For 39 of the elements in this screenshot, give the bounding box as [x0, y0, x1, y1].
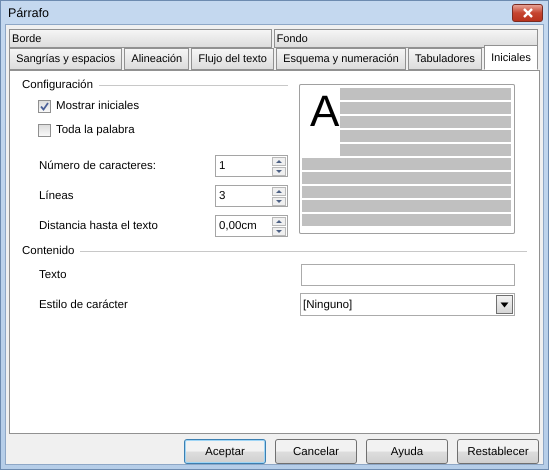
- spin-field[interactable]: 0,00cm: [215, 215, 288, 237]
- spin-up-icon[interactable]: [272, 216, 286, 226]
- tab[interactable]: Fondo: [274, 29, 538, 48]
- tab[interactable]: Flujo del texto: [191, 48, 274, 70]
- close-icon: [522, 8, 534, 18]
- spin-down-icon[interactable]: [272, 166, 286, 176]
- spin-field[interactable]: 3: [215, 185, 288, 207]
- dialog-button[interactable]: Restablecer: [457, 439, 539, 464]
- tab[interactable]: Borde: [9, 29, 272, 48]
- tab[interactable]: Tabuladores: [408, 48, 482, 70]
- spin-down-icon[interactable]: [272, 196, 286, 206]
- field-label: Estilo de carácter: [39, 298, 128, 310]
- field-label: Texto: [39, 269, 66, 281]
- section-heading: Contenido: [22, 245, 74, 257]
- tab[interactable]: Sangrías y espacios: [9, 48, 122, 70]
- tab[interactable]: Esquema y numeración: [276, 48, 406, 70]
- section-heading: Configuración: [22, 79, 93, 91]
- tab[interactable]: Alineación: [124, 48, 190, 70]
- spin-down-icon[interactable]: [272, 226, 286, 236]
- tab[interactable]: Iniciales: [484, 45, 538, 70]
- checkbox[interactable]: [38, 124, 51, 136]
- spin-field[interactable]: 1: [215, 155, 288, 177]
- dialog-button[interactable]: Aceptar: [184, 439, 266, 464]
- dropdown-arrow-icon: [500, 302, 509, 308]
- dialog-button[interactable]: Cancelar: [275, 439, 357, 464]
- field-label: Distancia hasta el texto: [39, 220, 158, 232]
- checkbox-label: Toda la palabra: [56, 124, 135, 136]
- window-title: Párrafo: [8, 6, 49, 20]
- field-label: Número de caracteres:: [39, 160, 156, 172]
- style-dropdown[interactable]: [Ninguno]: [300, 293, 515, 316]
- checkbox-label: Mostrar iniciales: [56, 100, 140, 112]
- spin-up-icon[interactable]: [272, 156, 286, 166]
- close-button[interactable]: [512, 4, 543, 22]
- drop-cap-letter: A: [310, 87, 340, 137]
- field-label: Líneas: [39, 190, 74, 202]
- text-input[interactable]: [301, 264, 515, 286]
- checkbox[interactable]: [38, 100, 51, 112]
- spin-up-icon[interactable]: [272, 186, 286, 196]
- dialog-button[interactable]: Ayuda: [366, 439, 448, 464]
